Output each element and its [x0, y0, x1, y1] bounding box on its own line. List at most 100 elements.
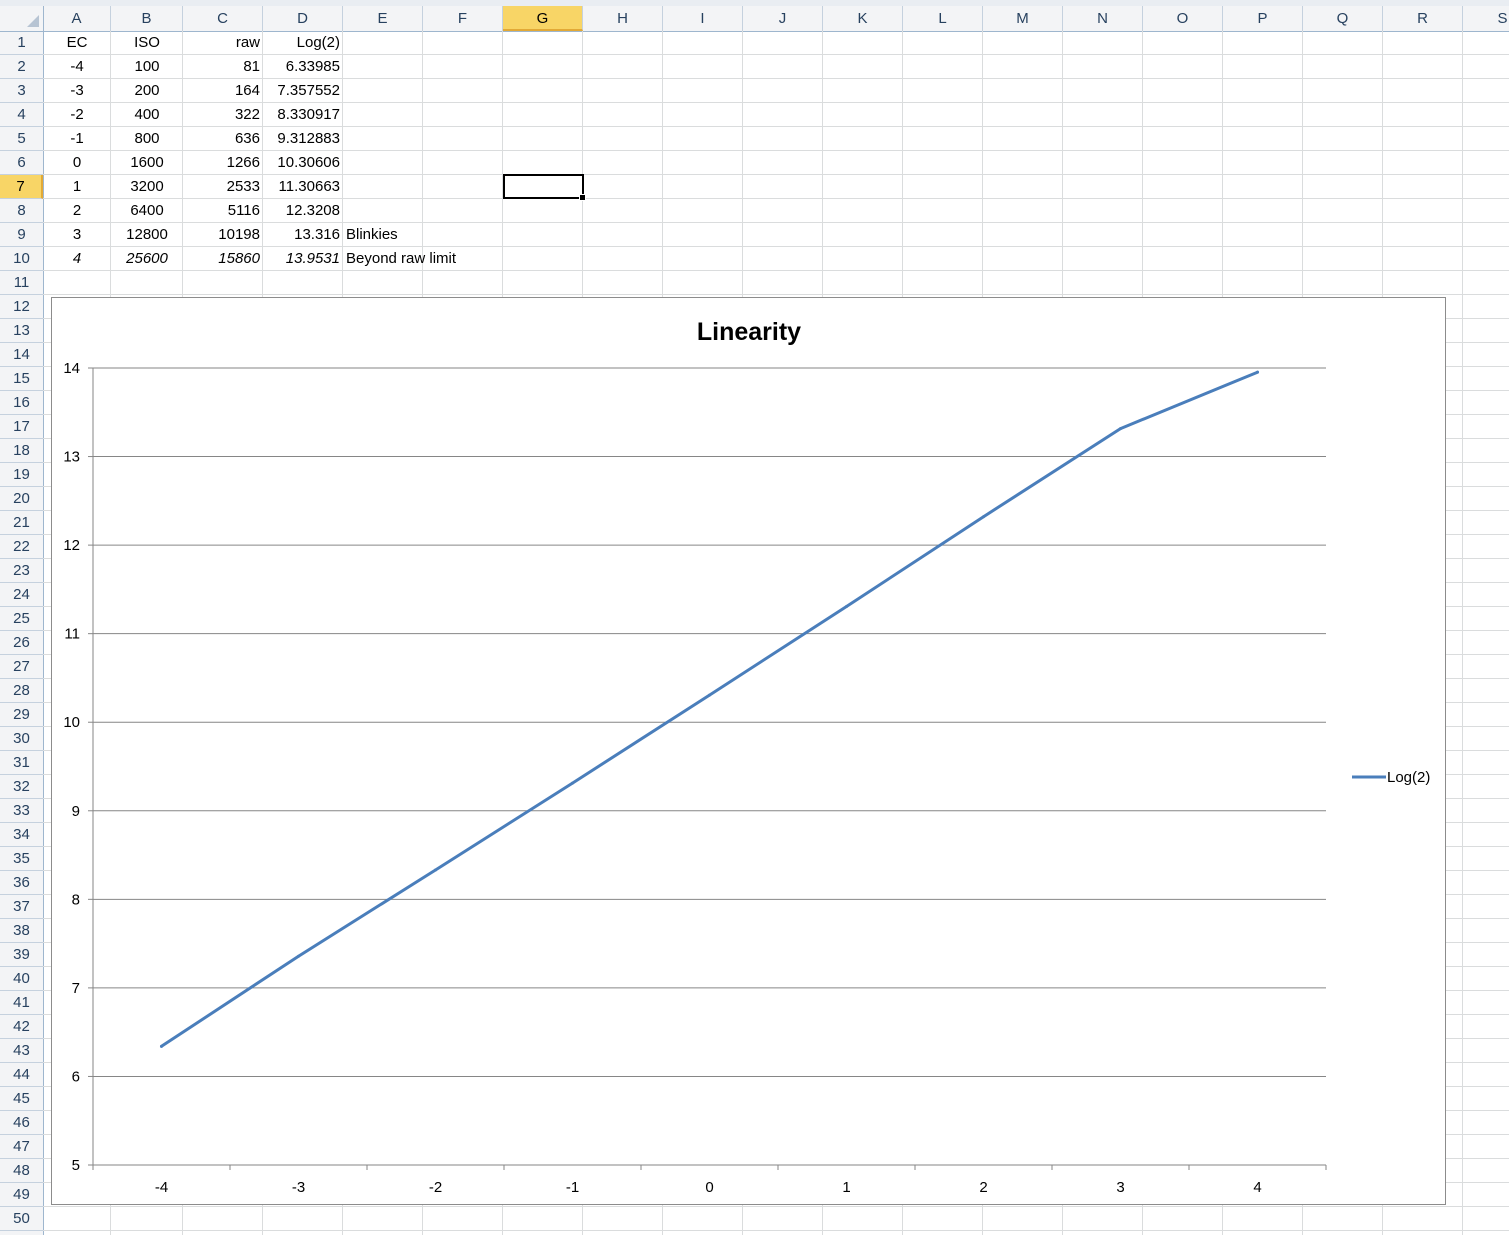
- cell-d3[interactable]: 7.357552: [263, 79, 343, 103]
- column-header-c[interactable]: C: [183, 6, 263, 31]
- row-header-48[interactable]: 48: [0, 1159, 43, 1183]
- cell-e10[interactable]: Beyond raw limit: [343, 247, 543, 271]
- cell-b3[interactable]: 200: [111, 79, 183, 103]
- active-cell-G7[interactable]: [503, 174, 586, 201]
- cell-b2[interactable]: 100: [111, 55, 183, 79]
- row-header-39[interactable]: 39: [0, 943, 43, 967]
- chart-object[interactable]: Linearity 5 6 7 8 9 10 11 12 13 14 -4 -3 -2 -1 0 1 2 3 4 Log…: [51, 297, 1446, 1205]
- column-header-i[interactable]: I: [663, 6, 743, 31]
- row-header-21[interactable]: 21: [0, 511, 43, 535]
- row-header-7[interactable]: 7: [0, 175, 43, 199]
- row-header-50[interactable]: 50: [0, 1207, 43, 1231]
- row-header-14[interactable]: 14: [0, 343, 43, 367]
- column-header-j[interactable]: J: [743, 6, 823, 31]
- cell-b8[interactable]: 6400: [111, 199, 183, 223]
- row-header-44[interactable]: 44: [0, 1063, 43, 1087]
- row-header-38[interactable]: 38: [0, 919, 43, 943]
- column-header-q[interactable]: Q: [1303, 6, 1383, 31]
- cell-b6[interactable]: 1600: [111, 151, 183, 175]
- select-all-button[interactable]: [0, 6, 44, 32]
- fill-handle[interactable]: [579, 194, 586, 201]
- row-header-46[interactable]: 46: [0, 1111, 43, 1135]
- column-header-m[interactable]: M: [983, 6, 1063, 31]
- row-header-29[interactable]: 29: [0, 703, 43, 727]
- cell-e9[interactable]: Blinkies: [343, 223, 543, 247]
- cell-a10[interactable]: 4: [43, 247, 111, 271]
- row-header-3[interactable]: 3: [0, 79, 43, 103]
- row-header-31[interactable]: 31: [0, 751, 43, 775]
- row-header-43[interactable]: 43: [0, 1039, 43, 1063]
- cell-c6[interactable]: 1266: [183, 151, 263, 175]
- column-header-n[interactable]: N: [1063, 6, 1143, 31]
- row-header-37[interactable]: 37: [0, 895, 43, 919]
- cell-d9[interactable]: 13.316: [263, 223, 343, 247]
- cell-b5[interactable]: 800: [111, 127, 183, 151]
- row-header-49[interactable]: 49: [0, 1183, 43, 1207]
- cell-d2[interactable]: 6.33985: [263, 55, 343, 79]
- row-header-33[interactable]: 33: [0, 799, 43, 823]
- row-header-47[interactable]: 47: [0, 1135, 43, 1159]
- row-header-27[interactable]: 27: [0, 655, 43, 679]
- cell-d4[interactable]: 8.330917: [263, 103, 343, 127]
- cell-d10[interactable]: 13.9531: [263, 247, 343, 271]
- cell-c8[interactable]: 5116: [183, 199, 263, 223]
- cell-c4[interactable]: 322: [183, 103, 263, 127]
- cell-b9[interactable]: 12800: [111, 223, 183, 247]
- spreadsheet[interactable]: ABCDEFGHIJKLMNOPQRS 1 2 3 4 5 6 7 8 9 10 11 12 13 14 1…: [0, 0, 1509, 1235]
- column-header-b[interactable]: B: [111, 6, 183, 31]
- cell-c7[interactable]: 2533: [183, 175, 263, 199]
- row-header-4[interactable]: 4: [0, 103, 43, 127]
- column-header-d[interactable]: D: [263, 6, 343, 31]
- row-header-8[interactable]: 8: [0, 199, 43, 223]
- row-header-20[interactable]: 20: [0, 487, 43, 511]
- cell-d6[interactable]: 10.30606: [263, 151, 343, 175]
- column-header-p[interactable]: P: [1223, 6, 1303, 31]
- row-header-22[interactable]: 22: [0, 535, 43, 559]
- cell-a1[interactable]: EC: [43, 31, 111, 55]
- cell-b7[interactable]: 3200: [111, 175, 183, 199]
- column-header-s[interactable]: S: [1463, 6, 1509, 31]
- column-header-r[interactable]: R: [1383, 6, 1463, 31]
- row-header-34[interactable]: 34: [0, 823, 43, 847]
- cell-a8[interactable]: 2: [43, 199, 111, 223]
- row-header-11[interactable]: 11: [0, 271, 43, 295]
- row-header-6[interactable]: 6: [0, 151, 43, 175]
- row-header-28[interactable]: 28: [0, 679, 43, 703]
- row-header-9[interactable]: 9: [0, 223, 43, 247]
- row-header-45[interactable]: 45: [0, 1087, 43, 1111]
- row-header-35[interactable]: 35: [0, 847, 43, 871]
- cell-a5[interactable]: -1: [43, 127, 111, 151]
- column-header-h[interactable]: H: [583, 6, 663, 31]
- cell-b1[interactable]: ISO: [111, 31, 183, 55]
- cell-d8[interactable]: 12.3208: [263, 199, 343, 223]
- row-header-26[interactable]: 26: [0, 631, 43, 655]
- row-header-41[interactable]: 41: [0, 991, 43, 1015]
- row-header-12[interactable]: 12: [0, 295, 43, 319]
- row-header-18[interactable]: 18: [0, 439, 43, 463]
- cell-c1[interactable]: raw: [183, 31, 263, 55]
- cell-b10[interactable]: 25600: [111, 247, 183, 271]
- column-header-a[interactable]: A: [43, 6, 111, 31]
- column-header-e[interactable]: E: [343, 6, 423, 31]
- cell-d5[interactable]: 9.312883: [263, 127, 343, 151]
- cell-c2[interactable]: 81: [183, 55, 263, 79]
- cell-d7[interactable]: 11.30663: [263, 175, 343, 199]
- cell-c10[interactable]: 15860: [183, 247, 263, 271]
- row-header-24[interactable]: 24: [0, 583, 43, 607]
- cell-a4[interactable]: -2: [43, 103, 111, 127]
- column-header-l[interactable]: L: [903, 6, 983, 31]
- row-header-23[interactable]: 23: [0, 559, 43, 583]
- row-header-32[interactable]: 32: [0, 775, 43, 799]
- column-header-k[interactable]: K: [823, 6, 903, 31]
- cell-a9[interactable]: 3: [43, 223, 111, 247]
- row-header-30[interactable]: 30: [0, 727, 43, 751]
- row-header-25[interactable]: 25: [0, 607, 43, 631]
- row-header-19[interactable]: 19: [0, 463, 43, 487]
- row-header-42[interactable]: 42: [0, 1015, 43, 1039]
- row-header-15[interactable]: 15: [0, 367, 43, 391]
- column-header-o[interactable]: O: [1143, 6, 1223, 31]
- cell-d1[interactable]: Log(2): [263, 31, 343, 55]
- row-header-16[interactable]: 16: [0, 391, 43, 415]
- cell-a6[interactable]: 0: [43, 151, 111, 175]
- column-header-g[interactable]: G: [503, 6, 583, 31]
